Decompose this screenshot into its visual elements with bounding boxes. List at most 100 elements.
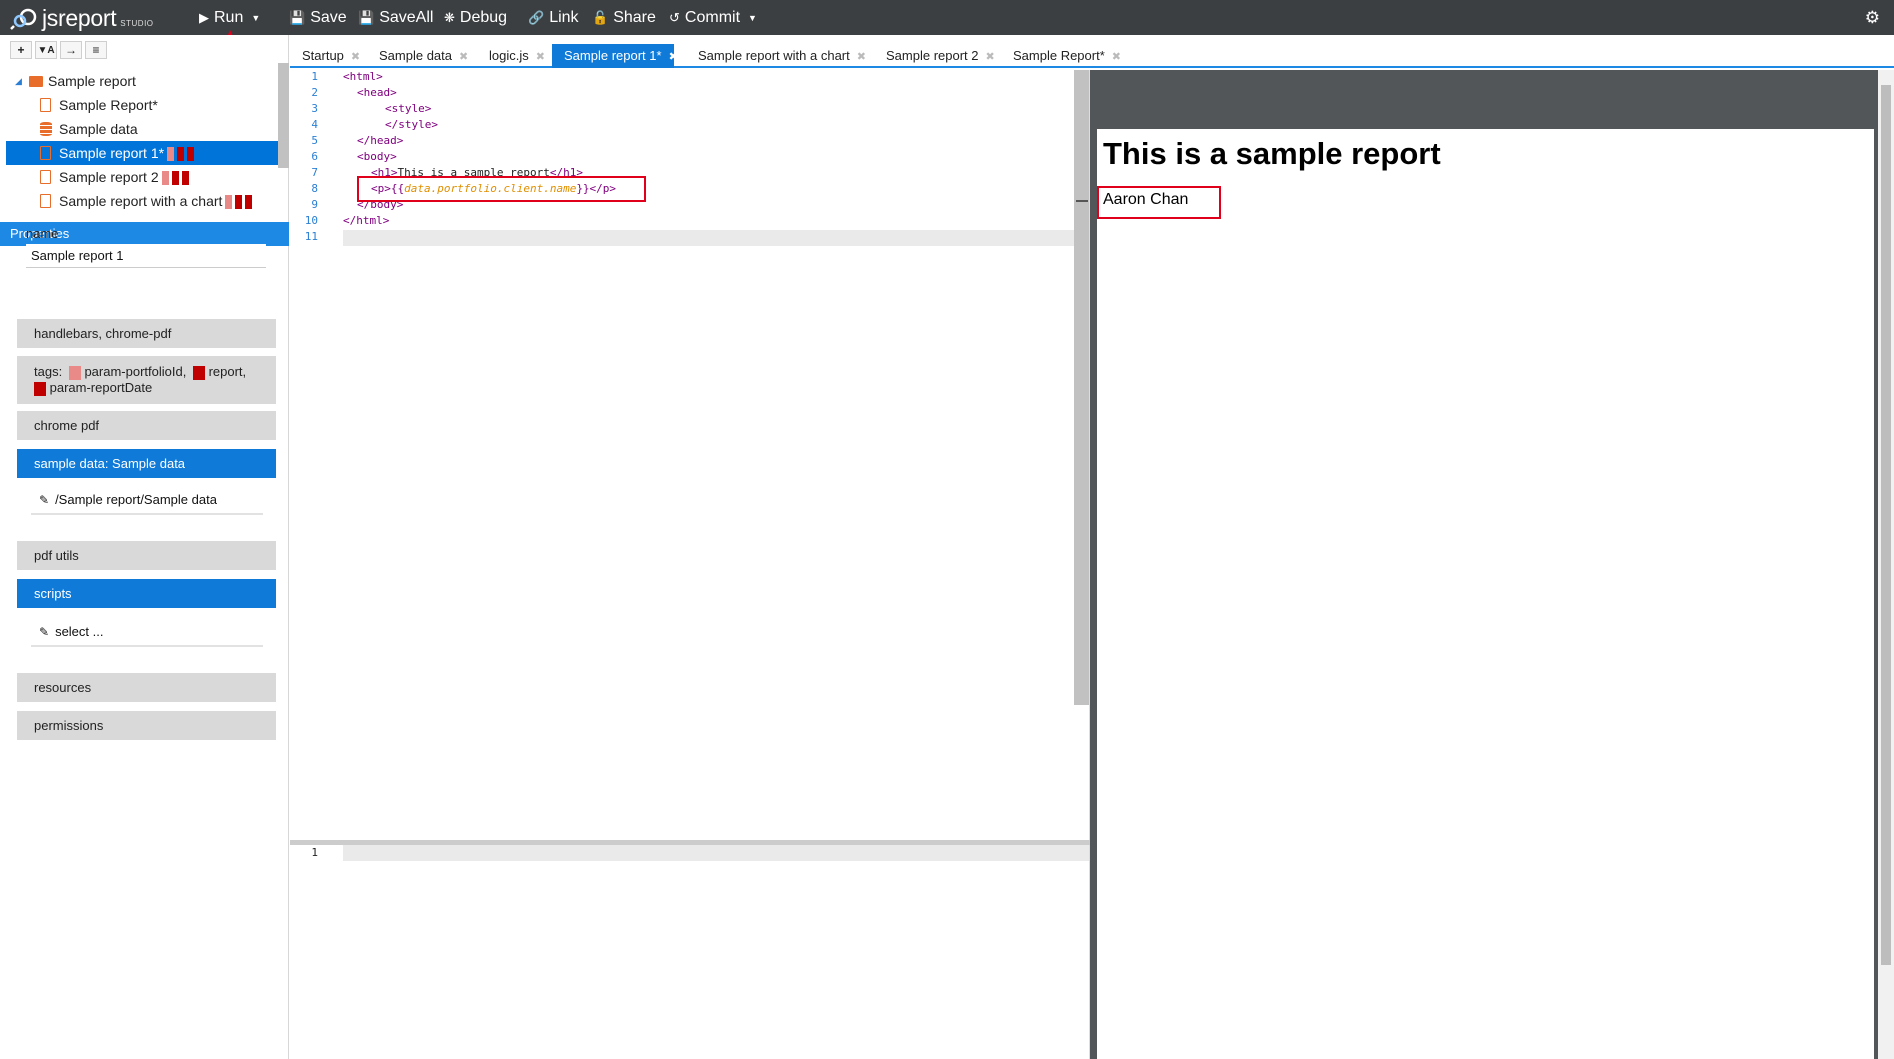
tree-item-sample-report-with-chart[interactable]: Sample report with a chart: [6, 189, 278, 213]
editor-tabs: Startup ✖ Sample data ✖ logic.js ✖ Sample r…: [290, 42, 1894, 68]
editor-scrollbar[interactable]: [1074, 70, 1089, 705]
chevron-down-icon[interactable]: ▼: [748, 13, 757, 23]
run-label: Run: [214, 8, 244, 26]
name-field[interactable]: Sample report 1: [26, 244, 266, 268]
tab-sample-data[interactable]: Sample data ✖: [367, 44, 468, 68]
tag-report: report,: [208, 364, 247, 379]
line-number: 5: [311, 134, 318, 147]
sample-data-section[interactable]: sample data: Sample data: [17, 449, 276, 478]
tree-item-text: Sample report 1*: [59, 144, 165, 161]
close-icon[interactable]: ✖: [986, 51, 995, 63]
logo-text: jsreport: [42, 4, 117, 31]
tab-label: Sample report 2: [886, 48, 979, 63]
line-number: 11: [304, 230, 318, 243]
link-label: Link: [549, 8, 579, 26]
close-icon[interactable]: ✖: [536, 51, 545, 63]
line-number: 9: [311, 198, 318, 211]
tree-scrollbar[interactable]: [278, 63, 289, 168]
tree-item-label: Sample report 2: [59, 169, 189, 186]
panel-collapse-handle[interactable]: [1076, 200, 1088, 202]
close-icon[interactable]: ✖: [459, 51, 468, 63]
helpers-code-editor[interactable]: 1: [290, 845, 1089, 1059]
engine-recipe-section[interactable]: handlebars, chrome-pdf: [17, 319, 276, 348]
permissions-section[interactable]: permissions: [17, 711, 276, 740]
code-line: <html>: [343, 70, 383, 83]
tags-section[interactable]: tags: param-portfolioId, report, param-r…: [17, 356, 276, 404]
link-icon: 🔗: [528, 9, 545, 25]
tab-sample-report-with-chart[interactable]: Sample report with a chart ✖: [686, 44, 866, 68]
gear-icon[interactable]: ⚙: [1865, 8, 1880, 28]
tag-color-swatch: [177, 147, 185, 162]
resources-section[interactable]: resources: [17, 673, 276, 702]
tag-color-swatch: [187, 147, 195, 162]
scripts-select-text: select ...: [55, 624, 104, 639]
tag-portfolio-id: param-portfolioId,: [84, 364, 187, 379]
tag-color-swatch: [171, 171, 179, 186]
tree-item-label: Sample data: [59, 121, 138, 137]
folder-open-icon: [29, 75, 43, 87]
document-icon: [40, 98, 51, 112]
sample-data-link[interactable]: ✎ /Sample report/Sample data: [31, 485, 263, 515]
tab-startup[interactable]: Startup ✖: [290, 44, 360, 68]
tree-item-sample-report-1[interactable]: Sample report 1*: [6, 141, 278, 165]
commit-button[interactable]: ↺ Commit ▼: [669, 0, 757, 35]
sample-data-link-text: /Sample report/Sample data: [55, 492, 217, 507]
close-icon[interactable]: ✖: [351, 51, 360, 63]
jsreport-logo: jsreport STUDIO: [10, 4, 154, 32]
tree-item-label: Sample report 1*: [59, 144, 195, 162]
play-icon: ▶: [199, 9, 209, 25]
tag-color-swatch: [167, 147, 175, 162]
tab-label: Sample data: [379, 48, 452, 63]
tab-label: Sample report 1*: [564, 48, 662, 63]
code-line: <head>: [357, 86, 397, 99]
logo-studio-text: STUDIO: [120, 18, 154, 28]
tab-sample-report-2[interactable]: Sample report 2 ✖: [874, 44, 995, 68]
filter-icon[interactable]: ▼A: [35, 41, 57, 59]
tag-report-date: param-reportDate: [49, 380, 153, 395]
commit-label: Commit: [684, 8, 741, 26]
arrow-icon[interactable]: →: [60, 41, 82, 59]
save-all-button[interactable]: 💾 SaveAll: [358, 0, 433, 35]
tree-item-sample-report-2[interactable]: Sample report 2: [6, 165, 278, 189]
tag-color-swatch: [181, 171, 189, 186]
debug-button[interactable]: ❋ Debug: [444, 0, 507, 35]
tag-color-swatch: [68, 365, 81, 380]
line-number: 3: [311, 102, 318, 115]
line-number-gutter: 1 2 3 4 5 6 7 8 9 10 11: [290, 70, 330, 840]
document-icon: [40, 146, 51, 160]
tree-folder-sample-report[interactable]: ◢ Sample report: [6, 69, 278, 93]
current-line-highlight: [343, 230, 1089, 246]
tree-item-sample-report-star[interactable]: Sample Report*: [6, 93, 278, 117]
expand-triangle-icon[interactable]: ◢: [15, 76, 22, 87]
top-toolbar: jsreport STUDIO ▶ Run ▼ 💾 Save 💾 SaveAll…: [0, 0, 1894, 35]
tags-label: tags:: [34, 364, 63, 379]
tab-sample-report-star[interactable]: Sample Report* ✖: [1001, 44, 1121, 68]
save-label: Save: [310, 8, 347, 26]
pdf-utils-section[interactable]: pdf utils: [17, 541, 276, 570]
line-number: 1: [311, 846, 318, 859]
tab-sample-report-1[interactable]: Sample report 1* ✖: [552, 44, 678, 68]
save-button[interactable]: 💾 Save: [289, 0, 347, 35]
tab-label: Startup: [302, 48, 344, 63]
close-icon[interactable]: ✖: [1112, 51, 1121, 63]
preview-scrollbar-thumb[interactable]: [1881, 85, 1891, 965]
scripts-select[interactable]: ✎ select ...: [31, 617, 263, 647]
scripts-section[interactable]: scripts: [17, 579, 276, 608]
menu-icon[interactable]: ≡: [85, 41, 107, 59]
close-icon[interactable]: ✖: [857, 51, 866, 63]
entity-tree: ◢ Sample report Sample Report* Sample da…: [6, 69, 278, 213]
tag-color-swatch: [225, 195, 233, 210]
document-icon: [40, 170, 51, 184]
code-line: </style>: [385, 118, 438, 131]
link-button[interactable]: 🔗 Link: [528, 0, 579, 35]
close-icon[interactable]: ✖: [669, 51, 678, 63]
line-number: 2: [311, 86, 318, 99]
plus-icon[interactable]: +: [10, 41, 32, 59]
tree-item-sample-data[interactable]: Sample data: [6, 117, 278, 141]
chevron-down-icon[interactable]: ▼: [251, 13, 260, 23]
chrome-pdf-section[interactable]: chrome pdf: [17, 411, 276, 440]
tag-color-swatch: [34, 381, 46, 396]
share-button[interactable]: 🔓 Share: [592, 0, 656, 35]
tab-logic-js[interactable]: logic.js ✖: [477, 44, 545, 68]
bug-icon: ❋: [444, 9, 455, 25]
